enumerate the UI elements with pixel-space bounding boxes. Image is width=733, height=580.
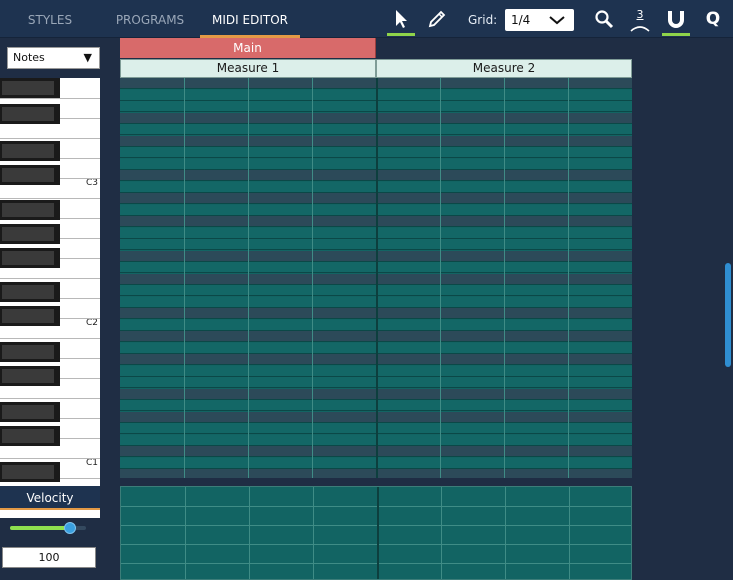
black-key[interactable]	[0, 224, 60, 244]
octave-label-c2: C2	[85, 318, 98, 328]
beat-line	[568, 78, 569, 478]
beat-line	[505, 487, 506, 579]
black-key[interactable]	[0, 282, 60, 302]
piano-keyboard[interactable]: C3 C2 C1	[0, 78, 100, 518]
grid-dropdown[interactable]: 1/4	[505, 9, 574, 31]
black-key[interactable]	[0, 426, 60, 446]
white-key-divider	[0, 338, 100, 339]
white-key-divider	[0, 398, 100, 399]
white-key-divider	[0, 278, 100, 279]
pointer-tool-button[interactable]	[386, 4, 416, 36]
grid-label: Grid:	[468, 13, 498, 27]
quantize-button[interactable]: Q	[698, 4, 728, 34]
black-key[interactable]	[0, 306, 60, 326]
beat-line	[440, 78, 441, 478]
black-key[interactable]	[0, 402, 60, 422]
notes-dropdown-value: Notes	[13, 51, 45, 64]
snap-magnet-button[interactable]	[661, 4, 691, 36]
velocity-slider-fill	[10, 526, 71, 530]
grid-value: 1/4	[511, 13, 531, 27]
beat-line	[249, 487, 250, 579]
velocity-slider[interactable]	[10, 522, 86, 534]
pointer-icon	[396, 10, 407, 28]
white-key-divider	[0, 458, 100, 459]
tab-midi-editor[interactable]: MIDI EDITOR	[200, 0, 300, 38]
beat-line	[376, 78, 378, 478]
notes-dropdown[interactable]: Notes ▼	[7, 47, 100, 69]
octave-label-c3: C3	[85, 178, 98, 188]
velocity-input[interactable]: 100	[2, 547, 96, 568]
beat-line	[312, 78, 313, 478]
black-key[interactable]	[0, 200, 60, 220]
black-key[interactable]	[0, 366, 60, 386]
black-key[interactable]	[0, 141, 60, 161]
black-key[interactable]	[0, 248, 60, 268]
measure-2-header[interactable]: Measure 2	[376, 59, 632, 78]
beat-line	[185, 487, 186, 579]
octave-label-c1: C1	[85, 458, 98, 468]
black-key[interactable]	[0, 462, 60, 482]
beat-line	[569, 487, 570, 579]
black-key[interactable]	[0, 78, 60, 98]
beat-line	[313, 487, 314, 579]
black-key[interactable]	[0, 104, 60, 124]
pencil-tool-button[interactable]	[422, 4, 452, 34]
beat-line	[377, 487, 379, 579]
beat-line	[504, 78, 505, 478]
velocity-lane[interactable]	[120, 486, 632, 580]
piano-roll-grid[interactable]	[120, 78, 632, 478]
tab-programs[interactable]: PROGRAMS	[102, 0, 198, 38]
beat-line	[184, 78, 185, 478]
tab-styles[interactable]: STYLES	[0, 0, 100, 38]
chevron-down-icon	[549, 16, 565, 25]
magnet-icon	[668, 11, 684, 28]
top-toolbar: STYLES PROGRAMS MIDI EDITOR Grid: 1/4 3	[0, 0, 733, 38]
velocity-header: Velocity	[0, 486, 100, 510]
triplet-button[interactable]: 3	[628, 4, 652, 34]
section-main[interactable]: Main	[120, 38, 376, 58]
velocity-slider-thumb[interactable]	[64, 522, 77, 534]
zoom-icon	[595, 10, 614, 29]
zoom-button[interactable]	[589, 4, 619, 34]
black-key[interactable]	[0, 165, 60, 185]
black-key[interactable]	[0, 342, 60, 362]
white-key-divider	[0, 98, 100, 99]
left-panel: Notes ▼ C3 C2 C1 Velocity 100	[0, 38, 100, 580]
measure-1-header[interactable]: Measure 1	[120, 59, 376, 78]
vertical-scrollbar[interactable]	[725, 263, 731, 367]
white-key-divider	[0, 198, 100, 199]
beat-line	[441, 487, 442, 579]
dropdown-arrow-icon: ▼	[83, 51, 92, 64]
pencil-icon	[428, 10, 446, 28]
white-key-divider	[0, 138, 100, 139]
triplet-label: 3	[636, 8, 644, 21]
triplet-icon	[630, 26, 650, 32]
quantize-icon: Q	[705, 9, 721, 29]
beat-line	[248, 78, 249, 478]
